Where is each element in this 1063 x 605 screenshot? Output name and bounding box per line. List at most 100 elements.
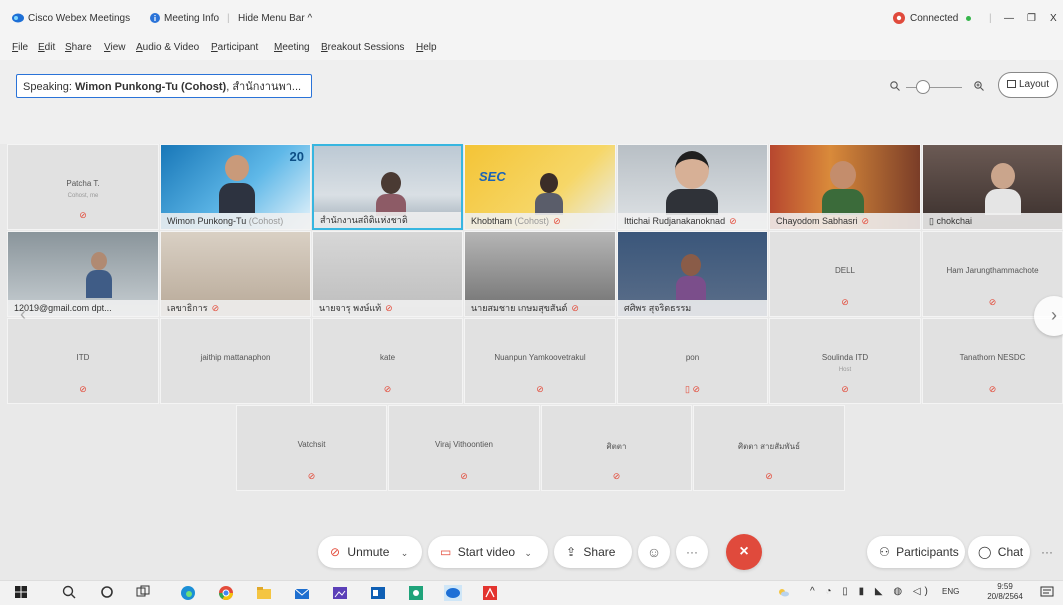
system-tray-icons[interactable]: ^ ◔ ▯ ▮ ◣ ◍ ◁) [810,586,932,597]
meeting-info-button[interactable]: Meeting Info [164,13,219,24]
participant-tile[interactable]: ศิตตา ⊘ [541,405,692,491]
participant-tile[interactable]: Viraj Vithoontien ⊘ [388,405,540,491]
menu-file[interactable]: File [12,42,28,53]
maps-app-icon[interactable] [408,585,424,601]
more-options-button[interactable]: ··· [676,536,708,568]
participant-tile[interactable]: DELL ⊘ [769,231,921,317]
participant-tile[interactable]: Soulinda ITD Host ⊘ [769,318,921,404]
windows-start-icon[interactable] [14,585,30,601]
muted-mic-icon: ⊘ [330,545,341,559]
participant-tile[interactable]: Patcha T. Cohost, me ⊘ [7,144,159,230]
participant-video-tile[interactable]: ▯ chokchai [922,144,1063,230]
participant-video-tile[interactable]: นายจารุ พงษ์แท้ ⊘ [312,231,463,317]
participant-name: pon [685,352,700,362]
reactions-button[interactable]: ☺ [638,536,670,568]
participants-button[interactable]: ⚇ Participants [867,536,965,568]
leave-meeting-button[interactable]: × [726,534,762,570]
participant-label: Khobtham (Cohost) ⊘ [465,213,615,229]
menu-meeting[interactable]: Meeting [274,42,310,53]
participant-name: DELL [834,265,855,275]
task-view-icon[interactable] [136,585,152,601]
language-indicator[interactable]: ENG [942,587,959,596]
close-window-button[interactable]: X [1050,13,1057,24]
participant-tile[interactable]: kate ⊘ [312,318,463,404]
hide-menu-bar-button[interactable]: Hide Menu Bar ^ [238,13,312,24]
participant-video-tile[interactable]: SEC Khobtham (Cohost) ⊘ [464,144,616,230]
unmute-button[interactable]: ⊘ Unmute ⌄ [318,536,422,568]
chat-button[interactable]: ◯ Chat [968,536,1030,568]
photos-app-icon[interactable] [332,585,348,601]
participants-icon: ⚇ [879,545,890,559]
menu-audio-video[interactable]: Audio & Video [136,42,199,53]
participant-tile[interactable]: pon ▯ ⊘ [617,318,768,404]
chat-label: Chat [997,545,1024,559]
participant-video-tile[interactable]: Ittichai Rudjanakanoknad ⊘ [617,144,768,230]
menu-edit[interactable]: Edit [38,42,55,53]
layout-button[interactable]: Layout [998,72,1058,98]
menu-bar: File Edit Share View Audio & Video Parti… [0,38,1063,60]
edge-browser-icon[interactable] [180,585,196,601]
video-figure-icon [86,252,112,300]
meeting-controls: ⊘ Unmute ⌄ ▭ Start video ⌄ ⇪ Share ☺ ···… [0,520,1063,580]
menu-breakout-sessions[interactable]: Breakout Sessions [321,42,404,53]
menu-help[interactable]: Help [416,42,437,53]
video-figure-icon [985,163,1021,215]
participant-video-tile[interactable]: Chayodom Sabhasri ⊘ [769,144,921,230]
unmute-label: Unmute [347,545,390,559]
restore-button[interactable]: ❐ [1027,13,1036,24]
muted-mic-icon: ⊘ [553,216,561,226]
share-icon: ⇪ [566,545,577,559]
start-video-label: Start video [457,545,516,559]
app-title: Cisco Webex Meetings [28,13,131,24]
minimize-button[interactable]: — [1004,13,1014,24]
participant-video-tile[interactable]: นายสมชาย เกษมสุขสันต์ ⊘ [464,231,616,317]
zoom-out-icon[interactable] [890,81,900,94]
search-icon[interactable] [62,585,78,601]
chat-icon: ◯ [978,545,992,559]
video-figure-icon [676,254,706,300]
share-button[interactable]: ⇪ Share [554,536,632,568]
participant-name: ศิตตา [606,441,627,451]
participant-tile[interactable]: ITD ⊘ [7,318,159,404]
start-video-button[interactable]: ▭ Start video ⌄ [428,536,548,568]
participant-tile[interactable]: Nuanpun Yamkoovetrakul ⊘ [464,318,616,404]
participant-name: Viraj Vithoontien [435,439,493,449]
chevron-down-icon[interactable]: ⌄ [401,548,409,558]
webex-taskbar-icon[interactable] [444,585,462,601]
participant-name: Patcha T. [66,178,100,188]
weather-icon[interactable] [776,585,792,601]
participant-video-tile[interactable]: ศศิพร สุจริตธรรม [617,231,768,317]
smiley-icon: ☺ [646,544,662,560]
participant-label: นายสมชาย เกษมสุขสันต์ ⊘ [465,300,615,316]
menu-participant[interactable]: Participant [211,42,258,53]
zoom-slider[interactable] [890,78,990,98]
notification-center-icon[interactable] [1040,585,1056,601]
pdf-reader-icon[interactable] [482,585,498,601]
menu-share[interactable]: Share [65,42,92,53]
participant-video-tile[interactable]: เลขาธิการ ⊘ [160,231,311,317]
participant-name: kate [379,352,396,362]
participant-tile[interactable]: ศิตตา สายสัมพันธ์ ⊘ [693,405,845,491]
outlook-icon[interactable] [370,585,386,601]
participant-video-tile-active[interactable]: สำนักงานสถิติแห่งชาติ [312,144,463,230]
video-banner: SEC [479,169,506,184]
info-icon [150,13,160,26]
participant-tile[interactable]: Vatchsit ⊘ [236,405,387,491]
participant-tile[interactable]: jaithip mattanaphon [160,318,311,404]
zoom-thumb[interactable] [916,80,930,94]
previous-page-arrow-icon[interactable]: ‹ [12,302,34,328]
panel-more-button[interactable]: ··· [1034,536,1060,568]
system-clock[interactable]: 9:59 20/8/2564 [982,582,1028,602]
participant-video-tile[interactable]: 20 Wimon Punkong-Tu (Cohost) [160,144,311,230]
chrome-icon[interactable] [218,585,234,601]
participant-name: สำนักงานสถิติแห่งชาติ [320,215,408,225]
mail-icon[interactable] [294,585,310,601]
chevron-down-icon[interactable]: ⌄ [524,548,532,558]
menu-view[interactable]: View [104,42,126,53]
muted-mic-icon: ⊘ [385,303,393,313]
connected-status[interactable]: Connected [910,13,958,24]
file-explorer-icon[interactable] [256,585,272,601]
muted-mic-icon: ⊘ [841,384,849,394]
cortana-icon[interactable] [100,585,116,601]
zoom-in-icon[interactable] [974,81,984,94]
